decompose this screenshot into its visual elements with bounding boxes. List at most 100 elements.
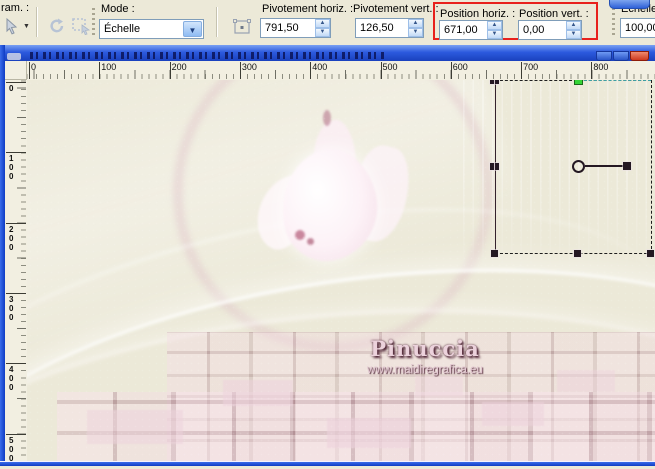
toolbar-grip[interactable]: [92, 8, 95, 36]
selection-handle-bottom-right[interactable]: [647, 250, 654, 257]
ruler-label: 2 0 0: [9, 224, 14, 252]
position-v-label: Position vert. :: [519, 8, 589, 20]
ruler-major-tick: [6, 363, 26, 365]
ruler-label: 100: [101, 62, 117, 72]
ruler-label: 1 0 0: [9, 154, 14, 182]
ruler-major-tick: [380, 62, 382, 79]
ruler-major-tick: [6, 222, 26, 224]
toolbar-tab-remnant: [609, 0, 650, 9]
ruler-label: 3 0 0: [9, 294, 14, 322]
ruler-major-tick: [310, 62, 312, 79]
selection-handle-bottom-center[interactable]: [574, 250, 581, 257]
ruler-label: 4 0 0: [9, 365, 14, 393]
position-v-field[interactable]: 0,00 ▲ ▼: [518, 20, 582, 40]
vertical-ruler[interactable]: 0 1 0 0 2 0 0 3 0 0 4 0 0 5 0 0: [5, 80, 27, 461]
ruler-label: 300: [241, 62, 257, 72]
mode-selected-value: Échelle: [104, 23, 141, 35]
image-window-titlebar[interactable]: [0, 45, 655, 61]
ruler-label: 0: [9, 84, 14, 93]
spin-down-icon[interactable]: ▼: [408, 28, 423, 37]
rotation-arm-line: [585, 165, 625, 167]
spin-up-icon[interactable]: ▲: [566, 21, 581, 30]
deselect-icon: [72, 18, 91, 36]
window-title-clipped-text: [30, 52, 385, 59]
cursor-icon: [6, 17, 18, 35]
pivot-h-label: Pivotement horiz. :: [262, 3, 354, 15]
scale-field[interactable]: 100,00: [620, 18, 655, 38]
selection-edge-top-ants: [579, 80, 651, 81]
close-button[interactable]: [630, 51, 649, 61]
pivot-v-stepper: ▲ ▼: [408, 19, 423, 37]
selection-handle-top-center[interactable]: [575, 80, 582, 84]
mode-dropdown-arrow-icon[interactable]: ▼: [183, 21, 202, 37]
selection-handle-top-left[interactable]: [490, 80, 499, 84]
pivot-h-stepper: ▲ ▼: [315, 19, 330, 37]
pivot-bounds-icon: [233, 19, 251, 34]
pivot-h-value[interactable]: 791,50: [261, 19, 315, 37]
ruler-major-tick: [521, 62, 523, 79]
spin-up-icon[interactable]: ▲: [315, 19, 330, 28]
ruler-label: 5 0 0: [9, 435, 14, 462]
restore-button[interactable]: [613, 51, 629, 61]
spin-down-icon[interactable]: ▼: [487, 30, 502, 39]
ruler-major-tick: [29, 62, 30, 79]
application-window: ram. : ▼ Mode : Échelle ▼ Pivotement hor…: [0, 0, 655, 469]
ruler-major-tick: [6, 152, 26, 154]
watermark-name: Pinuccia: [370, 336, 480, 361]
rotation-arm-handle[interactable]: [623, 162, 631, 170]
param-preset-button[interactable]: [1, 16, 23, 38]
spin-down-icon[interactable]: ▼: [566, 30, 581, 39]
pivot-center-button[interactable]: [231, 16, 253, 38]
position-h-value[interactable]: 671,00: [440, 21, 487, 39]
ruler-label: 400: [312, 62, 328, 72]
pivot-v-field[interactable]: 126,50 ▲ ▼: [355, 18, 424, 38]
mode-label: Mode :: [101, 3, 135, 15]
window-icon: [7, 53, 21, 60]
horizontal-ruler[interactable]: 0 100 200 300 400 500 600 700 800: [27, 61, 655, 80]
pivot-v-value[interactable]: 126,50: [356, 19, 408, 37]
scale-value[interactable]: 100,00: [621, 19, 655, 37]
ruler-major-tick: [6, 82, 26, 83]
position-v-value[interactable]: 0,00: [519, 21, 566, 39]
param-dropdown-arrow-icon[interactable]: ▼: [23, 23, 30, 30]
ruler-label: 500: [382, 62, 398, 72]
param-label: ram. :: [1, 2, 30, 14]
pivot-h-field[interactable]: 791,50 ▲ ▼: [260, 18, 331, 38]
ruler-label: 0: [31, 62, 37, 72]
spin-up-icon[interactable]: ▲: [487, 21, 502, 30]
ruler-major-tick: [99, 62, 101, 79]
ruler-major-tick: [591, 62, 593, 79]
toolbar-grip[interactable]: [612, 8, 615, 36]
image-canvas[interactable]: Pinuccia www.maidiregrafica.eu: [27, 80, 655, 461]
minimize-button[interactable]: [596, 51, 612, 61]
position-v-stepper: ▲ ▼: [566, 21, 581, 39]
ruler-major-tick: [169, 62, 171, 79]
selection-handle-mid-left[interactable]: [490, 163, 499, 170]
selection-edge-right[interactable]: [651, 80, 652, 254]
window-border-bottom: [0, 461, 655, 466]
position-h-field[interactable]: 671,00 ▲ ▼: [439, 20, 503, 40]
ruler-label: 600: [452, 62, 468, 72]
pivot-point-handle[interactable]: [572, 160, 585, 173]
pivot-v-label: Pivotement vert. :: [353, 3, 439, 15]
toolbar-separator: [216, 7, 218, 37]
transform-toolbar: ram. : ▼ Mode : Échelle ▼ Pivotement hor…: [0, 0, 655, 45]
selection-handle-bottom-left[interactable]: [491, 250, 498, 257]
watermark: Pinuccia www.maidiregrafica.eu: [310, 336, 540, 376]
ruler-label: 700: [523, 62, 539, 72]
position-h-label: Position horiz. :: [440, 8, 516, 20]
ruler-corner: [5, 61, 27, 80]
ruler-label: 800: [593, 62, 609, 72]
redo-button[interactable]: [46, 16, 68, 38]
deselect-button[interactable]: [70, 16, 92, 38]
watermark-site: www.maidiregrafica.eu: [367, 364, 483, 376]
mode-select[interactable]: Échelle ▼: [99, 19, 204, 39]
redo-circle-icon: [50, 18, 64, 33]
ruler-major-tick: [239, 62, 241, 79]
ruler-major-tick: [450, 62, 452, 79]
ruler-label: 200: [171, 62, 187, 72]
spin-down-icon[interactable]: ▼: [315, 28, 330, 37]
art-dot-texture: [27, 80, 655, 461]
spin-up-icon[interactable]: ▲: [408, 19, 423, 28]
ruler-major-tick: [6, 433, 26, 435]
